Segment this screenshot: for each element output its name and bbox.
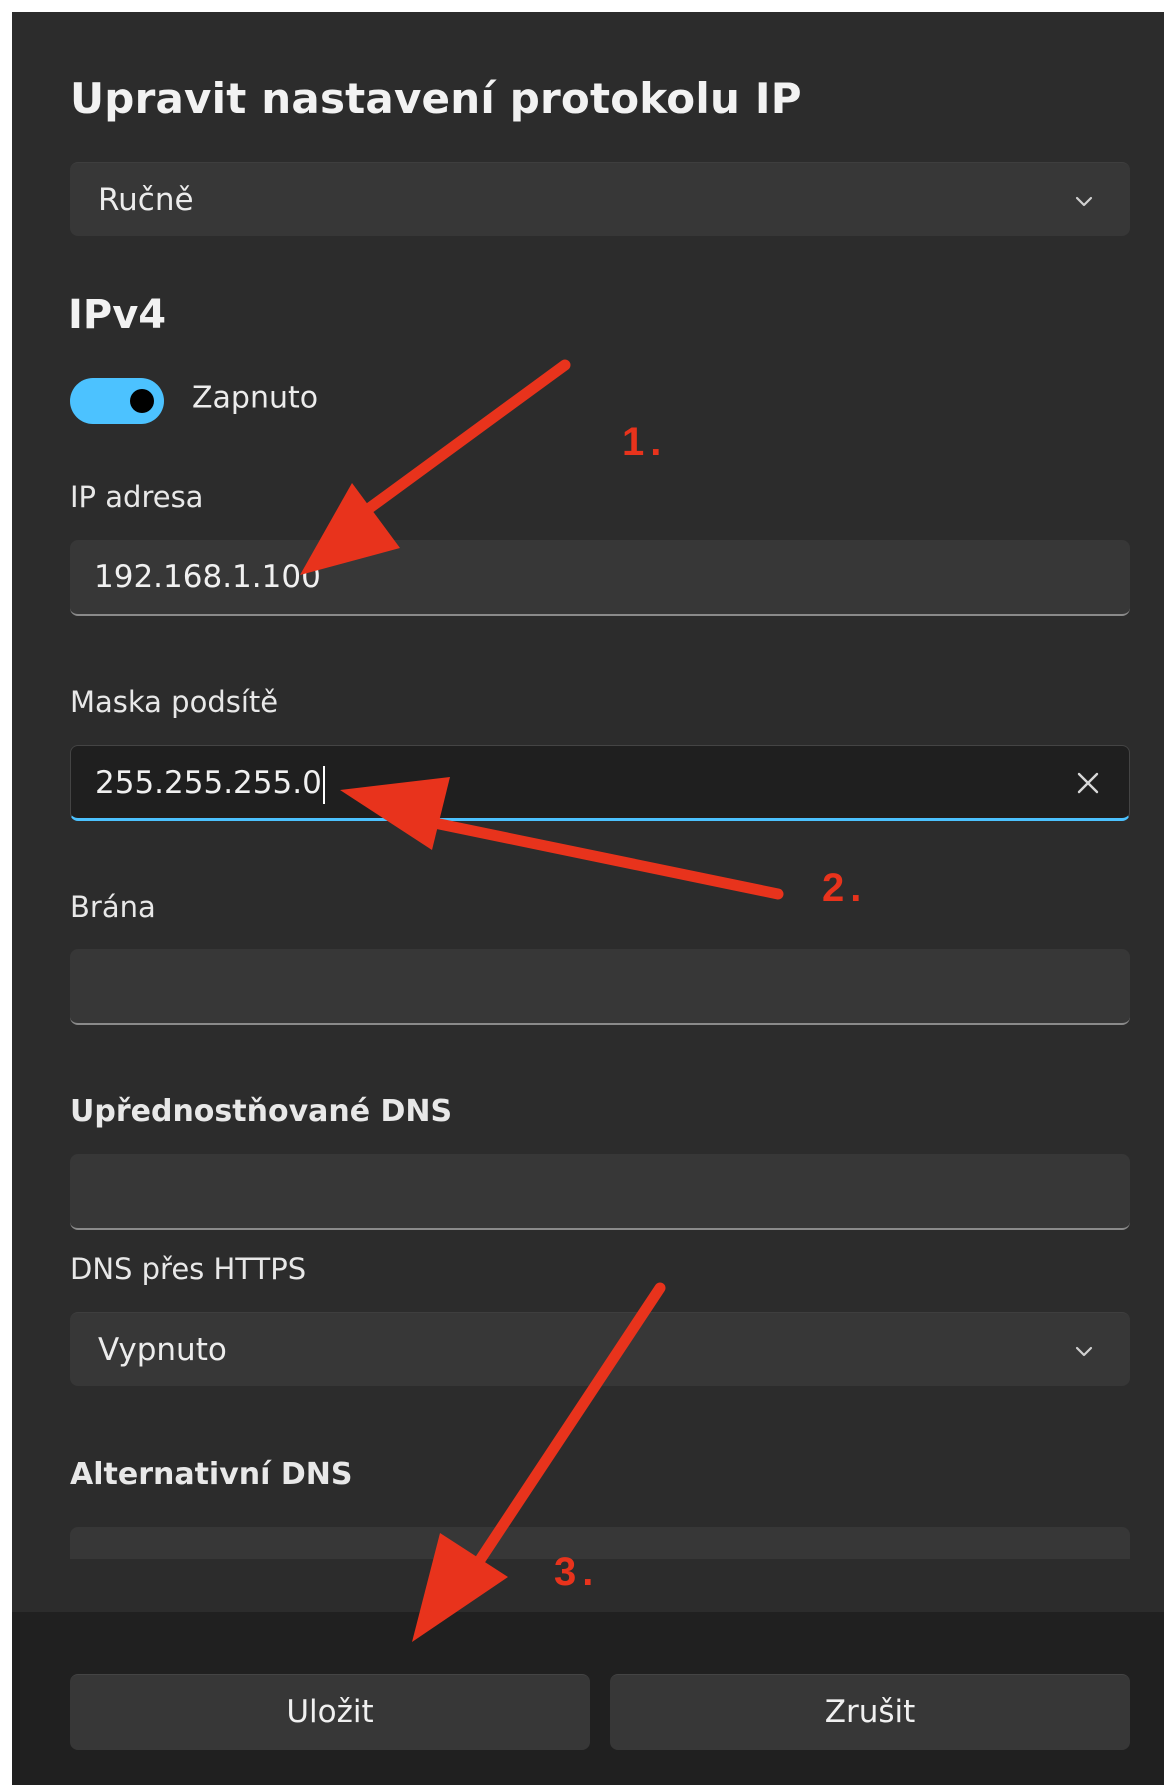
- annotation-step-3: 3.: [554, 1550, 600, 1594]
- gateway-field[interactable]: [70, 949, 1130, 1025]
- annotation-step-2: 2.: [822, 866, 868, 910]
- dns-over-https-value: Vypnuto: [98, 1332, 227, 1368]
- chevron-down-icon: [1075, 1346, 1093, 1357]
- subnet-mask-value-wrap: 255.255.255.0: [95, 746, 325, 820]
- preferred-dns-field[interactable]: [70, 1154, 1130, 1230]
- ipv4-heading: IPv4: [68, 292, 167, 338]
- subnet-mask-field[interactable]: 255.255.255.0: [70, 745, 1130, 821]
- ip-settings-dialog: Upravit nastavení protokolu IP Ručně IPv…: [12, 12, 1164, 1785]
- subnet-mask-label: Maska podsítě: [70, 685, 279, 719]
- save-button[interactable]: Uložit: [70, 1674, 590, 1750]
- ip-mode-select[interactable]: Ručně: [70, 162, 1130, 236]
- dialog-footer: Uložit Zrušit: [12, 1612, 1164, 1785]
- chevron-down-icon: [1075, 196, 1093, 207]
- close-icon[interactable]: [1075, 770, 1101, 796]
- ip-address-field[interactable]: 192.168.1.100: [70, 540, 1130, 616]
- annotation-step-1: 1.: [622, 420, 668, 464]
- preferred-dns-label: Upřednostňované DNS: [70, 1094, 453, 1129]
- dns-over-https-select[interactable]: Vypnuto: [70, 1312, 1130, 1386]
- alternate-dns-field[interactable]: [70, 1527, 1130, 1559]
- dns-over-https-label: DNS přes HTTPS: [70, 1252, 307, 1286]
- alternate-dns-label: Alternativní DNS: [70, 1457, 353, 1492]
- cancel-button[interactable]: Zrušit: [610, 1674, 1130, 1750]
- toggle-knob: [130, 389, 154, 413]
- ip-mode-value: Ručně: [98, 182, 194, 218]
- ipv4-toggle[interactable]: [70, 378, 164, 424]
- dialog-title: Upravit nastavení protokolu IP: [70, 74, 802, 123]
- ip-address-value: 192.168.1.100: [94, 559, 321, 595]
- subnet-mask-value: 255.255.255.0: [95, 765, 322, 801]
- text-caret: [322, 765, 325, 804]
- gateway-label: Brána: [70, 890, 156, 924]
- ip-address-label: IP adresa: [70, 480, 204, 514]
- ipv4-toggle-label: Zapnuto: [192, 380, 319, 416]
